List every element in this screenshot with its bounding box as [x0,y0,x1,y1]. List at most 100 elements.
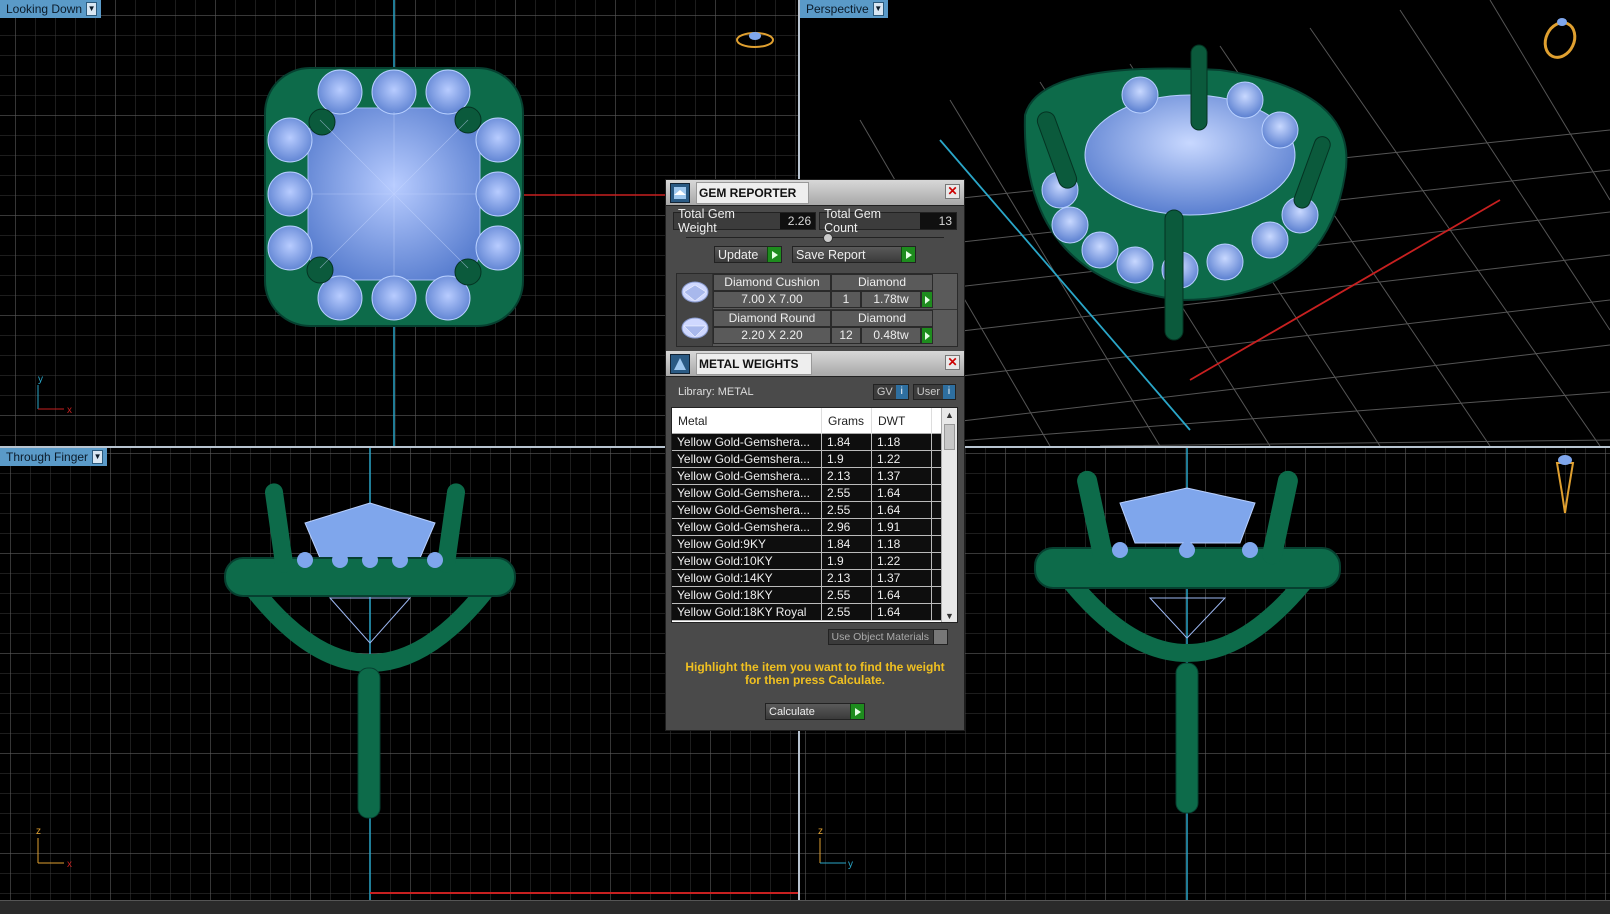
axis-z-label: z [36,826,41,837]
cell-metal: Yellow Gold:14KY [672,570,822,586]
scroll-down-icon[interactable]: ▼ [942,609,957,622]
gem-list: Diamond Cushion Diamond 7.00 X 7.00 1 1.… [676,273,958,347]
cell-grams: 2.55 [822,604,872,620]
panel-splitter[interactable] [686,232,944,244]
metal-table-body: Yellow Gold-Gemshera... 1.84 1.18 Yellow Go… [672,434,957,621]
total-gem-weight: Total Gem Weight 2.26 [673,207,817,235]
chevron-down-icon[interactable]: ▼ [872,2,884,16]
gv-toggle[interactable]: GV i [872,384,909,400]
cell-metal: Yellow Gold:10KY [672,553,822,569]
gem-name: Diamond Round [713,310,831,327]
gem-count: 1 [831,291,861,308]
cell-metal: Yellow Gold-Gemshera... [672,434,822,450]
gem-size: 7.00 X 7.00 [713,291,831,308]
gem-list-item[interactable]: Diamond Cushion Diamond 7.00 X 7.00 1 1.… [677,274,957,310]
update-button[interactable]: Update [714,246,782,263]
table-row[interactable]: Yellow Gold:18KY 2.55 1.64 [672,587,957,604]
metal-weights-icon [670,353,690,374]
chevron-down-icon[interactable]: ▼ [86,2,98,16]
use-object-materials-toggle[interactable]: Use Object Materials [827,629,948,645]
save-report-button[interactable]: Save Report [792,246,916,263]
play-icon [901,247,915,262]
cell-grams: 1.84 [822,434,872,450]
table-row[interactable]: Yellow Gold-Gemshera... 2.55 1.64 [672,502,957,519]
viewport-label-through-finger[interactable]: Through Finger ▼ [0,448,108,466]
gem-count: 12 [831,327,861,344]
viewport-label-text: Perspective [806,2,869,16]
cell-metal: Yellow Gold-Gemshera... [672,468,822,484]
scroll-thumb[interactable] [944,424,955,450]
metal-weights-title: METAL WEIGHTS [696,352,812,375]
axis-y-label: y [848,859,853,870]
cell-dwt: 1.18 [872,536,932,552]
metal-table-header: Metal Grams DWT [672,408,957,434]
metal-weights-header[interactable]: METAL WEIGHTS ✕ [666,351,964,377]
total-gem-weight-value: 2.26 [779,213,816,229]
table-row[interactable]: Yellow Gold:10KY 1.9 1.22 [672,553,957,570]
axis-y-label: y [38,374,43,385]
table-row[interactable]: Yellow Gold-Gemshera... 1.84 1.18 [672,434,957,451]
axis-x-label: x [67,859,72,870]
total-gem-weight-label: Total Gem Weight [678,207,735,235]
gem-reporter-panel[interactable]: GEM REPORTER ✕ Total Gem Weight 2.26 Tot… [665,179,965,731]
cell-grams: 2.55 [822,502,872,518]
play-icon[interactable] [921,327,933,344]
save-report-label: Save Report [796,247,866,262]
cell-dwt: 1.22 [872,451,932,467]
total-gem-count: Total Gem Count 13 [819,207,957,235]
cell-grams: 2.55 [822,485,872,501]
viewport-label-text: Looking Down [6,2,83,16]
scroll-up-icon[interactable]: ▲ [942,408,957,423]
cell-metal: Yellow Gold:18KY [672,587,822,603]
play-icon [850,704,864,719]
update-label: Update [718,247,759,262]
viewport-label-looking-down[interactable]: Looking Down ▼ [0,0,102,18]
use-object-materials-label: Use Object Materials [831,631,929,643]
cell-dwt: 1.64 [872,604,932,620]
gem-type: Diamond [831,274,933,291]
column-header-metal[interactable]: Metal [672,408,822,434]
gem-reporter-header[interactable]: GEM REPORTER ✕ [666,180,964,206]
close-icon[interactable]: ✕ [945,355,960,370]
table-row[interactable]: Yellow Gold-Gemshera... 1.9 1.22 [672,451,957,468]
table-row[interactable]: Yellow Gold:9KY 1.84 1.18 [672,536,957,553]
axis-z-label: z [818,826,823,837]
table-row[interactable]: Yellow Gold-Gemshera... 2.96 1.91 [672,519,957,536]
close-icon[interactable]: ✕ [945,184,960,199]
cell-dwt: 1.37 [872,468,932,484]
cell-metal: Yellow Gold-Gemshera... [672,502,822,518]
gem-weight: 0.48tw [861,327,921,344]
play-icon[interactable] [921,291,933,308]
gem-size: 2.20 X 2.20 [713,327,831,344]
gem-list-item[interactable]: Diamond Round Diamond 2.20 X 2.20 12 0.4… [677,310,957,346]
column-header-dwt[interactable]: DWT [872,408,932,434]
checkbox-icon [933,630,947,644]
user-label: User [916,386,940,398]
table-row[interactable]: Yellow Gold-Gemshera... 2.13 1.37 [672,468,957,485]
cell-dwt: 1.64 [872,587,932,603]
info-icon: i [943,385,955,399]
column-header-grams[interactable]: Grams [822,408,872,434]
metal-table[interactable]: Metal Grams DWT Yellow Gold-Gemshera... 1… [671,407,958,623]
viewport-label-perspective[interactable]: Perspective ▼ [800,0,888,18]
scrollbar[interactable]: ▲ ▼ [941,408,957,622]
cell-metal: Yellow Gold-Gemshera... [672,519,822,535]
table-row[interactable]: Yellow Gold-Gemshera... 2.55 1.64 [672,485,957,502]
table-row[interactable]: Yellow Gold:18KY Royal 2.55 1.64 [672,604,957,621]
calculate-label: Calculate [769,705,815,718]
table-row[interactable]: Yellow Gold:14KY 2.13 1.37 [672,570,957,587]
calculate-button[interactable]: Calculate [765,703,865,720]
user-toggle[interactable]: User i [912,384,956,400]
chevron-down-icon[interactable]: ▼ [92,450,104,464]
status-strip [0,900,1610,914]
gem-name: Diamond Cushion [713,274,831,291]
total-gem-count-label: Total Gem Count [824,207,882,235]
cell-metal: Yellow Gold:9KY [672,536,822,552]
cell-metal: Yellow Gold-Gemshera... [672,485,822,501]
cell-grams: 2.13 [822,570,872,586]
cell-metal: Yellow Gold-Gemshera... [672,451,822,467]
library-bar: Library: METAL GV i User i [666,377,964,407]
cell-grams: 2.13 [822,468,872,484]
cell-grams: 2.96 [822,519,872,535]
gv-label: GV [876,386,893,398]
